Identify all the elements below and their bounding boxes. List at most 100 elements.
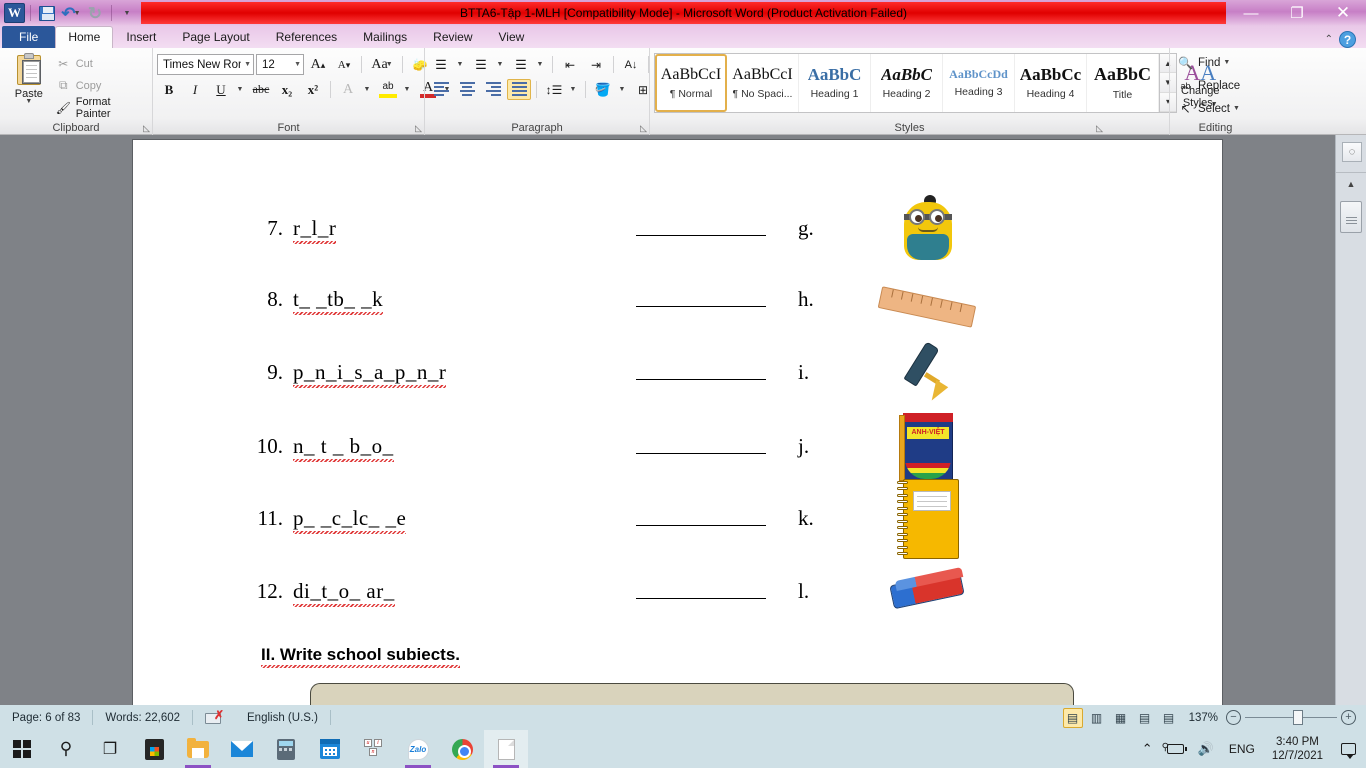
battery-button[interactable]: ⚲ <box>1160 742 1191 754</box>
proofing-status[interactable]: ✗ <box>193 705 235 730</box>
answer-blank[interactable] <box>603 365 798 380</box>
change-case-button[interactable]: Aa ▼ <box>367 54 397 75</box>
select-button[interactable]: ↖ Select ▼ <box>1178 99 1240 118</box>
underline-options-button[interactable]: ▼ <box>235 79 247 100</box>
volume-button[interactable]: 🔊 <box>1191 741 1221 757</box>
show-hidden-icons-button[interactable]: ⌃ <box>1135 741 1160 757</box>
close-button[interactable]: ✕ <box>1320 0 1366 26</box>
taskbar-search-button[interactable]: ⚲ <box>44 730 88 768</box>
sort-button[interactable]: A↓ <box>619 54 643 75</box>
word-count[interactable]: Words: 22,602 <box>93 705 192 730</box>
view-outline-button[interactable]: ▤ <box>1135 708 1155 728</box>
style-title[interactable]: AaBbC Title <box>1087 54 1159 112</box>
zoom-thumb[interactable] <box>1293 710 1303 725</box>
notifications-button[interactable] <box>1332 730 1364 768</box>
select-browse-object-icon[interactable]: ◌ <box>1342 142 1362 162</box>
taskbar-item-mail[interactable] <box>220 730 264 768</box>
taskbar-item-unikey[interactable]: uin <box>352 730 396 768</box>
multilevel-list-button[interactable]: ☰ <box>509 54 533 75</box>
answer-blank[interactable] <box>603 584 798 599</box>
decrease-indent-button[interactable]: ⇤ <box>558 54 582 75</box>
taskbar-item-zalo[interactable]: Zalo <box>396 730 440 768</box>
clock[interactable]: 3:40 PM 12/7/2021 <box>1263 735 1332 764</box>
start-button[interactable] <box>0 730 44 768</box>
align-left-button[interactable] <box>429 79 453 100</box>
page-indicator[interactable]: Page: 6 of 83 <box>0 705 92 730</box>
paragraph-dialog-launcher-icon[interactable]: ◺ <box>640 123 647 134</box>
styles-dialog-launcher-icon[interactable]: ◺ <box>1096 123 1103 134</box>
increase-indent-button[interactable]: ⇥ <box>584 54 608 75</box>
italic-button[interactable]: I <box>183 79 207 100</box>
language-indicator-tray[interactable]: ENG <box>1221 742 1263 756</box>
line-spacing-button[interactable]: ↕☰ <box>542 79 566 100</box>
shading-button[interactable]: 🪣 <box>591 79 615 100</box>
zoom-in-button[interactable]: + <box>1341 710 1356 725</box>
answer-blank[interactable] <box>603 511 798 526</box>
scrollbar-thumb[interactable] <box>1340 201 1362 233</box>
task-view-button[interactable]: ❐ <box>88 730 132 768</box>
zoom-track[interactable] <box>1245 710 1337 725</box>
tab-insert[interactable]: Insert <box>113 27 169 48</box>
help-button[interactable]: ? <box>1339 31 1356 48</box>
tab-view[interactable]: View <box>486 27 538 48</box>
vertical-scrollbar[interactable]: ▲ <box>1335 135 1366 705</box>
copy-button[interactable]: ⧉ Copy <box>56 76 148 95</box>
answer-blank[interactable] <box>603 439 798 454</box>
font-dialog-launcher-icon[interactable]: ◺ <box>415 123 422 134</box>
restore-button[interactable]: ❐ <box>1274 0 1320 26</box>
replace-button[interactable]: ab Replace <box>1178 76 1240 95</box>
taskbar-item-calculator[interactable] <box>264 730 308 768</box>
scroll-up-icon[interactable]: ▲ <box>1336 173 1366 195</box>
table-row[interactable]: 11. p_ _c_lc_ _e k. <box>133 478 1222 559</box>
table-row[interactable]: 9. p_n_i_s_a_p_n_r i. <box>133 336 1222 409</box>
bullets-button[interactable]: ☰ <box>429 54 453 75</box>
font-name-combo[interactable]: Times New Rom ▼ <box>157 54 254 75</box>
numbering-options-button[interactable]: ▼ <box>495 54 507 75</box>
view-draft-button[interactable]: ▤ <box>1159 708 1179 728</box>
align-center-button[interactable] <box>455 79 479 100</box>
clipboard-dialog-launcher-icon[interactable]: ◺ <box>143 123 150 134</box>
redo-button[interactable]: ↻ <box>84 2 106 24</box>
answer-blank[interactable] <box>603 221 798 236</box>
tab-home[interactable]: Home <box>55 26 114 48</box>
paste-button[interactable]: Paste ▼ <box>4 51 54 120</box>
zoom-out-button[interactable]: − <box>1226 710 1241 725</box>
answer-blank[interactable] <box>603 292 798 307</box>
view-web-layout-button[interactable]: ▦ <box>1111 708 1131 728</box>
minimize-button[interactable]: — <box>1228 0 1274 26</box>
strikethrough-button[interactable]: abc <box>249 79 273 100</box>
taskbar-item-microsoft-word[interactable] <box>484 730 528 768</box>
font-size-combo[interactable]: 12 ▼ <box>256 54 304 75</box>
superscript-button[interactable]: x² <box>301 79 325 100</box>
tab-references[interactable]: References <box>263 27 350 48</box>
align-right-button[interactable] <box>481 79 505 100</box>
tab-file[interactable]: File <box>2 26 56 48</box>
find-button[interactable]: 🔍 Find ▼ <box>1178 53 1240 72</box>
text-effects-options-button[interactable]: ▼ <box>362 79 374 100</box>
document-canvas[interactable]: 7. r_l_r g. 8. t_ _tb_ _k h. 9. p_n_i_s_… <box>0 135 1366 713</box>
table-row[interactable]: 8. t_ _tb_ _k h. <box>133 263 1222 336</box>
style-heading-4[interactable]: AaBbCc Heading 4 <box>1015 54 1087 112</box>
line-spacing-options-button[interactable]: ▼ <box>568 79 580 100</box>
view-print-layout-button[interactable]: ▤ <box>1062 707 1083 728</box>
style-no-spacing[interactable]: AaBbCcI ¶ No Spaci... <box>727 54 799 112</box>
table-row[interactable]: 10. n_ t _ b_o_ j. ANH-VIỆT <box>133 410 1222 483</box>
style-heading-2[interactable]: AaBbC Heading 2 <box>871 54 943 112</box>
bullets-options-button[interactable]: ▼ <box>455 54 467 75</box>
view-full-screen-reading-button[interactable]: ▥ <box>1087 708 1107 728</box>
multilevel-options-button[interactable]: ▼ <box>535 54 547 75</box>
taskbar-item-chrome[interactable] <box>440 730 484 768</box>
grow-font-button[interactable]: A▴ <box>306 54 330 75</box>
highlight-options-button[interactable]: ▼ <box>402 79 414 100</box>
taskbar-item-microsoft-store[interactable] <box>132 730 176 768</box>
document-page[interactable]: 7. r_l_r g. 8. t_ _tb_ _k h. 9. p_n_i_s_… <box>133 140 1222 713</box>
word-logo-icon[interactable]: W <box>4 3 25 23</box>
undo-button[interactable]: ↶ ▼ <box>60 2 82 24</box>
tab-review[interactable]: Review <box>420 27 485 48</box>
text-effects-button[interactable]: A <box>336 79 360 100</box>
collapse-ribbon-icon[interactable]: ⌃ <box>1325 34 1333 45</box>
table-row[interactable]: 12. di_t_o_ ar_ l. <box>133 555 1222 628</box>
tab-page-layout[interactable]: Page Layout <box>169 27 262 48</box>
bold-button[interactable]: B <box>157 79 181 100</box>
underline-button[interactable]: U <box>209 79 233 100</box>
